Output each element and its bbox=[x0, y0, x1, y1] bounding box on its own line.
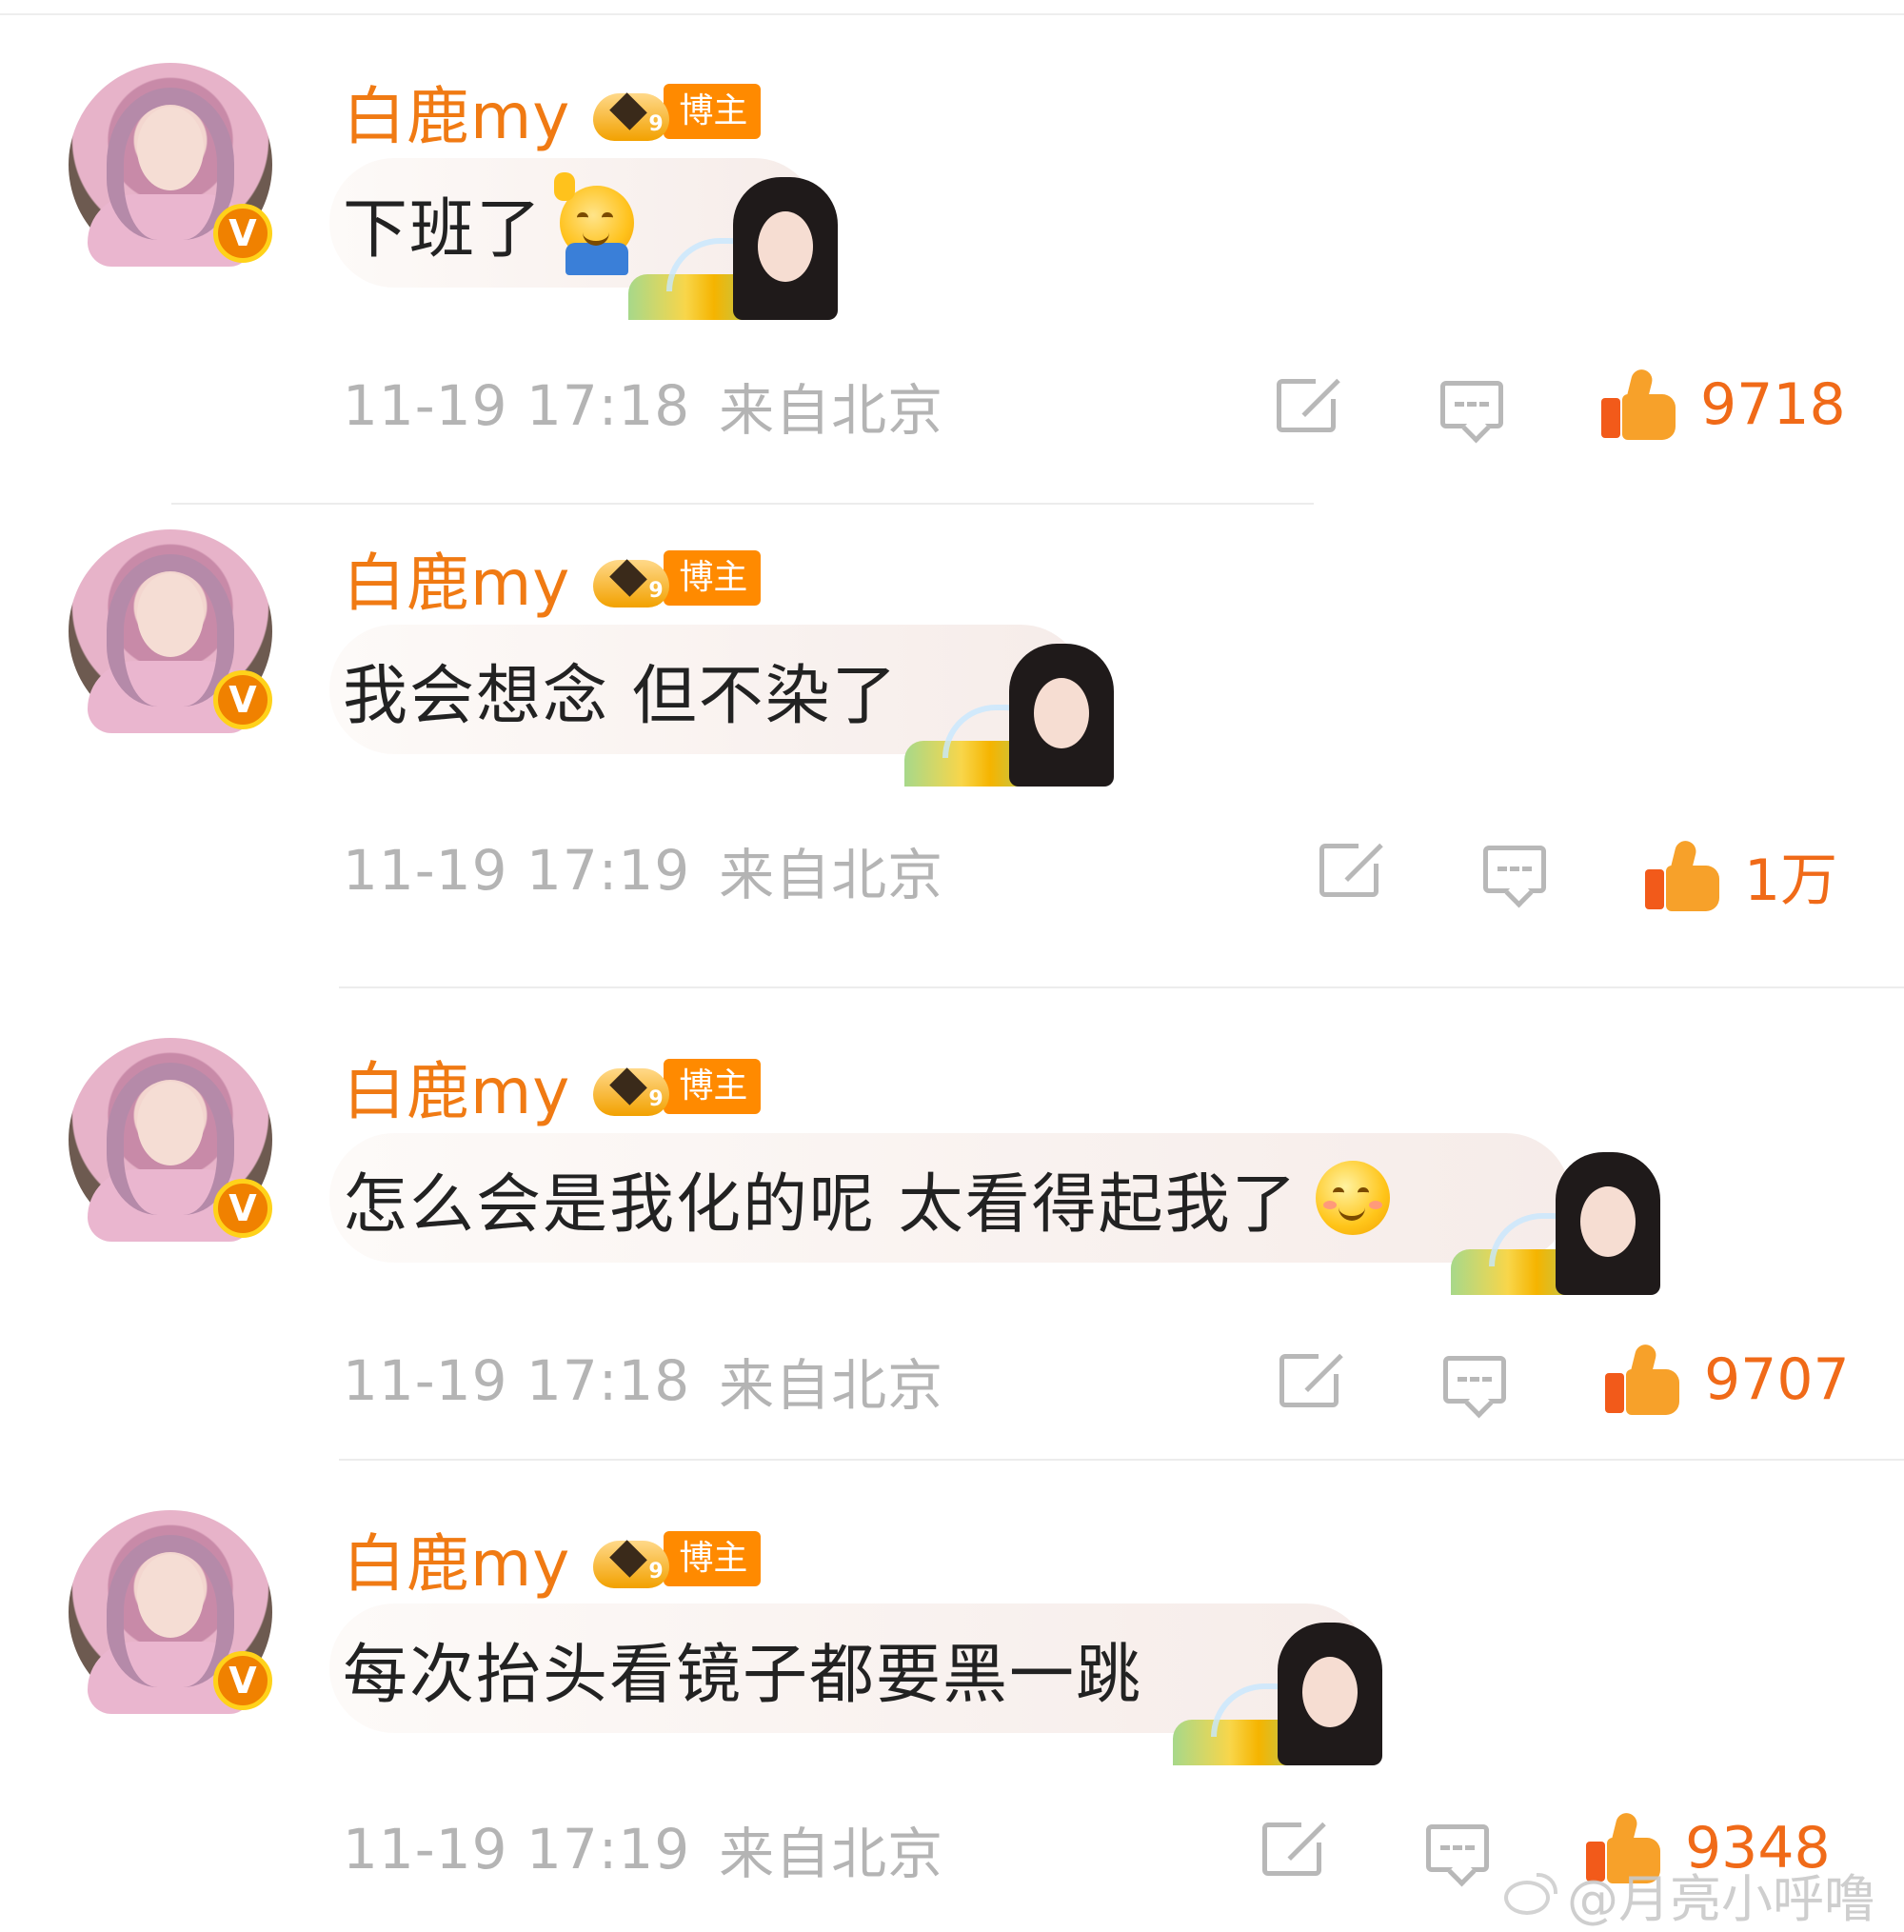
username[interactable]: 白鹿my bbox=[343, 1041, 570, 1132]
thumbs-up-icon bbox=[1645, 838, 1719, 911]
blogger-badge: 9 博主 bbox=[593, 548, 762, 607]
comment-time: 11-19 17:18 bbox=[343, 1348, 691, 1413]
comment-location: 来自北京 bbox=[719, 843, 944, 907]
share-icon[interactable] bbox=[1319, 843, 1379, 897]
blogger-badge: 9 博主 bbox=[593, 82, 762, 141]
comment-bubble: 怎么会是我化的呢 太看得起我了 bbox=[329, 1133, 1571, 1263]
like-button[interactable]: 9718 bbox=[1601, 367, 1846, 440]
watermark-text: @月亮小呼噜 bbox=[1567, 1869, 1875, 1929]
avatar[interactable]: V bbox=[69, 1510, 272, 1714]
share-icon[interactable] bbox=[1277, 378, 1337, 432]
badge-label: 博主 bbox=[664, 550, 762, 606]
badge-label: 博主 bbox=[664, 1059, 762, 1114]
waving-emoji-icon bbox=[554, 172, 635, 275]
crown-icon: 9 bbox=[593, 1053, 670, 1120]
like-button[interactable]: 1万 bbox=[1645, 834, 1837, 917]
like-count: 1万 bbox=[1744, 847, 1838, 914]
avatar[interactable]: V bbox=[69, 529, 272, 733]
reply-icon[interactable] bbox=[1443, 1356, 1506, 1419]
bubble-decoration-icon bbox=[628, 177, 838, 320]
comment-text: 每次抬头看镜子都要黑一跳 bbox=[343, 1637, 1143, 1713]
avatar[interactable]: V bbox=[69, 63, 272, 267]
comment-location: 来自北京 bbox=[719, 378, 944, 443]
comment-time: 11-19 17:19 bbox=[343, 1817, 691, 1882]
comment-divider bbox=[339, 986, 1904, 988]
bubble-decoration-icon bbox=[1173, 1623, 1382, 1765]
verified-badge-icon: V bbox=[213, 1651, 272, 1710]
comment-location: 来自北京 bbox=[719, 1353, 944, 1418]
smiling-emoji-icon bbox=[1315, 1161, 1390, 1235]
like-button[interactable]: 9707 bbox=[1605, 1342, 1850, 1415]
crown-icon: 9 bbox=[593, 545, 670, 611]
share-icon[interactable] bbox=[1262, 1822, 1322, 1876]
blogger-badge: 9 博主 bbox=[593, 1529, 762, 1588]
username[interactable]: 白鹿my bbox=[343, 1513, 570, 1604]
crown-icon: 9 bbox=[593, 1525, 670, 1592]
comment-time: 11-19 17:19 bbox=[343, 838, 691, 903]
verified-badge-icon: V bbox=[213, 1179, 272, 1238]
avatar[interactable]: V bbox=[69, 1038, 272, 1242]
reply-icon[interactable] bbox=[1440, 381, 1503, 444]
comment-divider bbox=[339, 1459, 1904, 1461]
comment-location: 来自北京 bbox=[719, 1822, 944, 1886]
comment-time: 11-19 17:18 bbox=[343, 373, 691, 438]
thumbs-up-icon bbox=[1605, 1342, 1679, 1415]
watermark: @月亮小呼噜 bbox=[1504, 1857, 1875, 1932]
verified-badge-icon: V bbox=[213, 670, 272, 729]
share-icon[interactable] bbox=[1279, 1353, 1339, 1407]
reply-icon[interactable] bbox=[1483, 846, 1546, 908]
comment-text: 我会想念 但不染了 bbox=[343, 658, 899, 734]
comment-divider bbox=[171, 503, 1314, 505]
verified-badge-icon: V bbox=[213, 204, 272, 263]
reply-icon[interactable] bbox=[1426, 1824, 1489, 1887]
crown-icon: 9 bbox=[593, 78, 670, 145]
badge-label: 博主 bbox=[664, 84, 762, 139]
comment-text: 怎么会是我化的呢 太看得起我了 bbox=[343, 1166, 1299, 1243]
comment-text: 下班了 bbox=[343, 191, 544, 268]
username[interactable]: 白鹿my bbox=[343, 66, 570, 157]
badge-label: 博主 bbox=[664, 1531, 762, 1586]
like-count: 9707 bbox=[1704, 1346, 1850, 1413]
username[interactable]: 白鹿my bbox=[343, 532, 570, 624]
weibo-logo-icon bbox=[1504, 1872, 1561, 1917]
bubble-decoration-icon bbox=[904, 644, 1114, 787]
top-divider bbox=[0, 13, 1904, 15]
blogger-badge: 9 博主 bbox=[593, 1057, 762, 1116]
bubble-decoration-icon bbox=[1451, 1152, 1660, 1295]
like-count: 9718 bbox=[1700, 371, 1846, 438]
thumbs-up-icon bbox=[1601, 367, 1676, 440]
